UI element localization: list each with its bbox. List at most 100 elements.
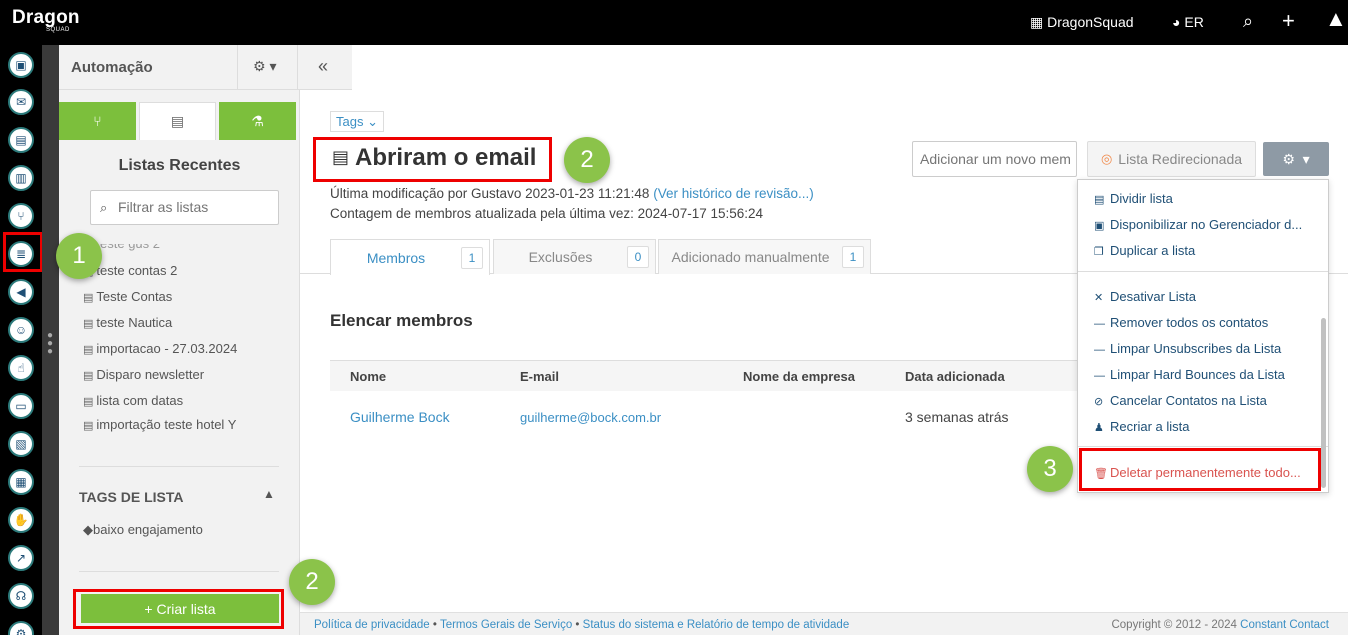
tab-flows[interactable]: ⑂ bbox=[59, 102, 136, 140]
target-icon: ◎ bbox=[1100, 151, 1113, 166]
brand-logo[interactable]: Dragon SQUAD bbox=[12, 7, 80, 33]
clipboard-icon[interactable]: ▤ bbox=[8, 127, 34, 153]
member-added-date: 3 semanas atrás bbox=[905, 409, 1009, 425]
column-header[interactable]: Nome da empresa bbox=[743, 369, 855, 384]
step-badge: 2 bbox=[564, 137, 610, 183]
list-icon: ▤ bbox=[83, 344, 94, 356]
calendar-icon[interactable]: ▦ bbox=[8, 469, 34, 495]
minus-icon: — bbox=[1094, 318, 1105, 330]
caret-up-icon[interactable]: ▲ bbox=[263, 487, 275, 501]
footer: Política de privacidade • Termos Gerais … bbox=[300, 612, 1348, 635]
divider bbox=[1078, 446, 1328, 447]
analytics-icon[interactable]: ↗ bbox=[8, 545, 34, 571]
tab-lists[interactable]: ▤ bbox=[139, 102, 216, 140]
list-item[interactable]: ▤ lista com datas bbox=[83, 393, 183, 408]
footer-links: Política de privacidade • Termos Gerais … bbox=[314, 619, 850, 631]
member-name-link[interactable]: Guilherme Bock bbox=[350, 409, 450, 425]
company-switcher[interactable]: ▦ DragonSquad bbox=[1030, 14, 1134, 31]
menu-item-duplicate[interactable]: ❐ Duplicar a lista bbox=[1094, 243, 1195, 258]
menu-item-split-list[interactable]: ▤ Dividir lista bbox=[1094, 191, 1173, 206]
menu-item-clear-hard-bounces[interactable]: — Limpar Hard Bounces da Lista bbox=[1094, 367, 1285, 382]
divider bbox=[299, 90, 300, 635]
gear-icon: ⚙ bbox=[1282, 150, 1295, 167]
gear-icon[interactable]: ⚙ ▾ bbox=[253, 58, 276, 75]
gallery-icon[interactable]: ▧ bbox=[8, 431, 34, 457]
tab-tests[interactable]: ⚗ bbox=[219, 102, 296, 140]
step-badge: 3 bbox=[1027, 446, 1073, 492]
list-item[interactable]: ▤ teste Nautica bbox=[83, 315, 172, 330]
filter-lists-field[interactable]: ⌕ bbox=[90, 190, 279, 225]
survey-icon[interactable]: ☺ bbox=[8, 317, 34, 343]
divider bbox=[79, 466, 279, 467]
privacy-link[interactable]: Política de privacidade bbox=[314, 619, 430, 631]
divider bbox=[1078, 271, 1328, 272]
user-menu[interactable]: ◕ ER bbox=[1172, 14, 1204, 30]
revision-history-link[interactable]: (Ver histórico de revisão...) bbox=[653, 186, 814, 201]
member-email-link[interactable]: guilherme@bock.com.br bbox=[520, 410, 661, 425]
drag-handle-icon[interactable]: ● ● ● bbox=[47, 331, 53, 357]
scrollbar[interactable] bbox=[1321, 318, 1326, 488]
status-link[interactable]: Status do sistema e Relatório de tempo d… bbox=[583, 619, 850, 631]
redirect-list-button[interactable]: ◎ Lista Redirecionada bbox=[1087, 141, 1256, 177]
section-title: Elencar membros bbox=[330, 311, 473, 330]
list-item[interactable]: ▤ Teste Contas bbox=[83, 289, 172, 304]
tag-icon: ◆ bbox=[83, 522, 93, 537]
collapse-icon[interactable]: « bbox=[318, 56, 328, 77]
list-item[interactable]: ▤ importação teste hotel Y bbox=[83, 417, 236, 432]
step-badge: 1 bbox=[56, 233, 102, 279]
handshake-icon[interactable]: ✋ bbox=[8, 507, 34, 533]
megaphone-icon[interactable]: ◀ bbox=[8, 279, 34, 305]
list-icon: ▤ bbox=[83, 396, 94, 408]
lists-highlight bbox=[3, 232, 43, 272]
tags-dropdown[interactable]: Tags ⌄ bbox=[330, 111, 384, 132]
menu-item-recreate-list[interactable]: ♟ Recriar a lista bbox=[1094, 419, 1189, 434]
list-item[interactable]: ▤ Disparo newsletter bbox=[83, 367, 204, 382]
menu-item-make-available[interactable]: ▣ Disponibilizar no Gerenciador d... bbox=[1094, 217, 1302, 232]
tab-count: 0 bbox=[627, 246, 649, 268]
column-header[interactable]: E-mail bbox=[520, 369, 559, 384]
tag-item[interactable]: ◆baixo engajamento bbox=[83, 522, 203, 538]
count-updated: Contagem de membros atualizada pela últi… bbox=[330, 206, 764, 221]
list-actions-button[interactable]: ⚙ ▾ bbox=[1263, 142, 1329, 176]
list-item[interactable]: ▤ importacao - 27.03.2024 bbox=[83, 341, 237, 356]
menu-item-deactivate[interactable]: ✕ Desativar Lista bbox=[1094, 289, 1196, 304]
copy-icon: ❐ bbox=[1094, 246, 1104, 258]
step-badge: 2 bbox=[289, 559, 335, 605]
email-icon[interactable]: ✉ bbox=[8, 89, 34, 115]
divider bbox=[297, 45, 298, 89]
ban-icon: ⊘ bbox=[1094, 396, 1104, 408]
plus-icon[interactable]: + bbox=[1282, 8, 1295, 34]
column-header[interactable]: Data adicionada bbox=[905, 369, 1005, 384]
automation-icon[interactable]: ⑂ bbox=[8, 203, 34, 229]
caret-down-icon: ▾ bbox=[1302, 150, 1310, 167]
table-header: Nome E-mail Nome da empresa Data adicion… bbox=[330, 360, 1090, 391]
close-icon: ✕ bbox=[1094, 292, 1104, 304]
list-icon: ▤ bbox=[83, 370, 94, 382]
map-icon[interactable]: ▥ bbox=[8, 165, 34, 191]
thumbs-up-icon[interactable]: ☝ bbox=[8, 355, 34, 381]
support-icon[interactable]: ☊ bbox=[8, 583, 34, 609]
user-refresh-icon: ♟ bbox=[1094, 422, 1104, 434]
recent-lists-heading: Listas Recentes bbox=[118, 157, 241, 174]
list-icon: ▤ bbox=[83, 420, 94, 432]
new-member-field[interactable] bbox=[912, 141, 1077, 177]
menu-item-clear-unsubscribes[interactable]: — Limpar Unsubscribes da Lista bbox=[1094, 341, 1281, 356]
menu-item-remove-contacts[interactable]: — Remover todos os contatos bbox=[1094, 315, 1268, 330]
contacts-icon[interactable]: ▣ bbox=[8, 52, 34, 78]
terms-link[interactable]: Termos Gerais de Serviço bbox=[440, 619, 572, 631]
brand-link[interactable]: Constant Contact bbox=[1240, 619, 1329, 631]
tab-added-manually[interactable]: Adicionado manualmente 1 bbox=[658, 239, 871, 274]
menu-item-cancel-contacts[interactable]: ⊘ Cancelar Contatos na Lista bbox=[1094, 393, 1267, 408]
tv-icon[interactable]: ▭ bbox=[8, 393, 34, 419]
search-icon[interactable]: ⌕ bbox=[1243, 11, 1253, 32]
rocket-icon[interactable]: ▲ bbox=[1325, 6, 1347, 32]
tab-members[interactable]: Membros 1 bbox=[330, 239, 490, 275]
tab-count: 1 bbox=[461, 246, 483, 269]
filter-lists-input[interactable] bbox=[118, 199, 273, 215]
contact-card-icon: ▣ bbox=[1094, 220, 1105, 232]
minus-icon: — bbox=[1094, 370, 1105, 382]
new-member-input[interactable] bbox=[920, 151, 1070, 167]
delete-highlight bbox=[1079, 448, 1321, 491]
tab-exclusions[interactable]: Exclusões 0 bbox=[493, 239, 656, 274]
column-header[interactable]: Nome bbox=[350, 369, 386, 384]
